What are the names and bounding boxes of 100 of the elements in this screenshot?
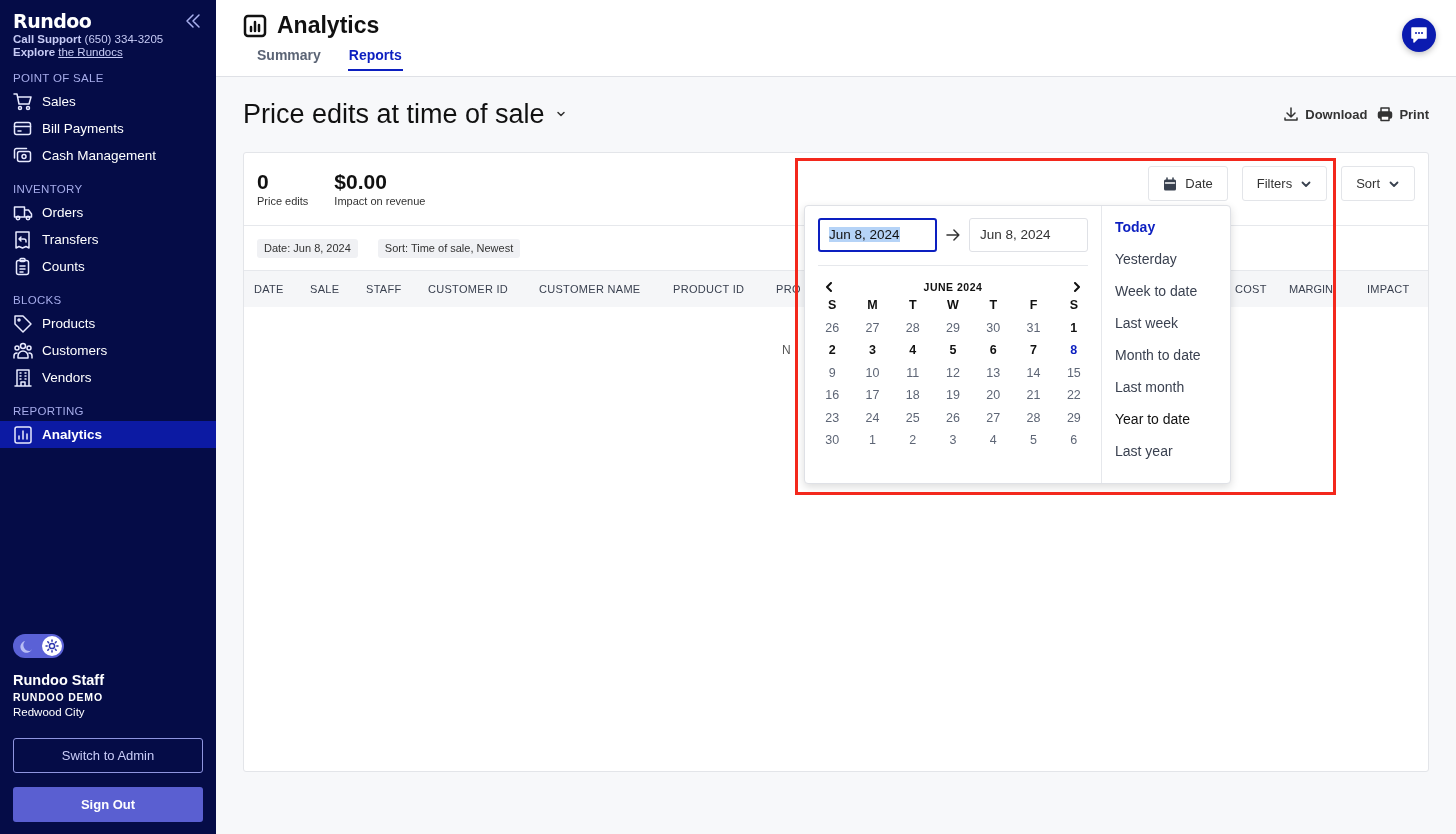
print-button[interactable]: Print <box>1377 106 1429 122</box>
column-header: STAFF <box>366 283 402 295</box>
support-line: Call Support (650) 334-3205 <box>13 33 165 45</box>
chat-icon <box>1410 26 1428 44</box>
date-preset[interactable]: Last month <box>1115 378 1217 397</box>
calendar-day: 9 <box>812 365 853 380</box>
calendar-day: 16 <box>812 388 853 402</box>
filter-chip[interactable]: Sort: Time of sale, Newest <box>377 239 521 258</box>
calendar-day: 24 <box>852 410 893 425</box>
chevron-left-icon <box>824 282 834 292</box>
tab[interactable]: Reports <box>347 47 403 71</box>
user-name: Rundoo Staff <box>13 672 105 688</box>
calendar-day: 31 <box>1013 320 1054 335</box>
calendar-day[interactable]: 1 <box>1053 320 1094 335</box>
company-name: RUNDOO DEMO <box>13 691 104 703</box>
calendar-day: 14 <box>1013 365 1054 380</box>
calendar-day: 26 <box>812 320 853 335</box>
column-header: CUSTOMER NAME <box>539 283 641 295</box>
date-preset[interactable]: Today <box>1115 218 1217 237</box>
calendar-icon <box>1163 176 1178 191</box>
calendar-day: 4 <box>973 433 1014 447</box>
building-icon <box>13 367 33 388</box>
nav-item[interactable]: Sales <box>0 88 216 115</box>
calendar-day[interactable]: 8 <box>1053 343 1094 357</box>
weekday-label: T <box>907 298 918 312</box>
calendar-day: 27 <box>852 320 893 335</box>
switch-admin-button[interactable]: Switch to Admin <box>13 738 203 773</box>
theme-toggle[interactable] <box>13 634 64 658</box>
chevron-right-icon <box>1072 282 1082 292</box>
nav-item[interactable]: Orders <box>0 199 216 226</box>
column-header: COST <box>1235 283 1267 295</box>
date-preset[interactable]: Last year <box>1115 442 1217 461</box>
sign-out-button[interactable]: Sign Out <box>13 787 203 822</box>
calendar-day: 6 <box>1053 433 1094 447</box>
calendar-day: 20 <box>973 388 1014 402</box>
calendar-day: 13 <box>973 365 1014 380</box>
calendar-day: 27 <box>973 410 1014 425</box>
nav-item[interactable]: Vendors <box>0 364 216 391</box>
calendar-day: 2 <box>892 433 933 447</box>
calendar-day: 10 <box>852 365 893 380</box>
double-chevron-icon <box>185 13 201 29</box>
nav-item[interactable]: Counts <box>0 253 216 280</box>
stat-label: Price edits <box>257 195 309 207</box>
date-preset[interactable]: Last week <box>1115 314 1217 333</box>
weekday-label: T <box>988 298 999 312</box>
collapse-button[interactable] <box>185 13 201 29</box>
nav-item[interactable]: Analytics <box>0 421 216 448</box>
calendar-day[interactable]: 5 <box>932 343 974 357</box>
calendar-day: 11 <box>892 365 933 380</box>
nav-item[interactable]: Transfers <box>0 226 216 253</box>
end-date-field[interactable]: Jun 8, 2024 <box>968 218 1088 252</box>
nav-item[interactable]: Cash Management <box>0 142 216 169</box>
date-preset[interactable]: Week to date <box>1115 282 1217 301</box>
stat-value: $0.00 <box>334 170 388 194</box>
calendar-day: 23 <box>812 410 853 425</box>
stat-value: 0 <box>257 170 270 194</box>
chart-icon <box>13 424 33 445</box>
calendar-day[interactable]: 7 <box>1013 343 1054 357</box>
date-preset[interactable]: Year to date <box>1115 410 1217 429</box>
nav-item[interactable]: Products <box>0 310 216 337</box>
calendar-day: 1 <box>852 433 893 447</box>
column-header: IMPACT <box>1367 283 1410 295</box>
tab[interactable]: Summary <box>256 47 322 71</box>
column-header: SALE <box>310 283 340 295</box>
calendar-day: 12 <box>932 365 974 380</box>
calendar-day[interactable]: 2 <box>812 343 853 357</box>
docs-link[interactable]: the Rundocs <box>58 46 123 58</box>
calendar-day: 25 <box>892 410 933 425</box>
chat-button[interactable] <box>1402 18 1436 52</box>
filter-chip[interactable]: Date: Jun 8, 2024 <box>257 239 358 258</box>
chart-icon <box>243 13 267 38</box>
calendar-day[interactable]: 3 <box>852 343 893 357</box>
date-preset[interactable]: Yesterday <box>1115 250 1217 269</box>
cart-icon <box>13 91 33 112</box>
weekday-label: F <box>1028 298 1039 312</box>
download-icon <box>1283 106 1300 122</box>
weekday-label: S <box>1068 298 1079 312</box>
nav-item[interactable]: Customers <box>0 337 216 364</box>
calendar-day: 15 <box>1053 365 1094 380</box>
calendar-day[interactable]: 6 <box>973 343 1014 357</box>
sort-dropdown[interactable]: Sort <box>1341 166 1415 201</box>
calendar-day: 21 <box>1013 388 1054 402</box>
sun-icon <box>45 639 59 653</box>
calendar-day[interactable]: 4 <box>892 343 933 357</box>
start-date-field[interactable]: Jun 8, 2024 <box>818 218 938 252</box>
printer-icon <box>1377 106 1394 122</box>
filters-dropdown[interactable]: Filters <box>1241 166 1328 201</box>
date-preset[interactable]: Month to date <box>1115 346 1217 365</box>
tag-icon <box>13 313 33 334</box>
nav-item[interactable]: Bill Payments <box>0 115 216 142</box>
calendar-day: 3 <box>932 433 974 447</box>
report-title: Price edits at time of sale <box>243 98 545 130</box>
date-button[interactable]: Date <box>1148 166 1228 201</box>
column-header: MARGIN <box>1289 283 1333 295</box>
calendar-day: 29 <box>1053 410 1094 425</box>
page-title: Analytics <box>277 12 380 39</box>
explore-label: Explore <box>13 46 56 58</box>
weekday-label: M <box>866 298 879 312</box>
download-button[interactable]: Download <box>1283 106 1368 122</box>
section-heading: BLOCKS <box>13 294 63 306</box>
